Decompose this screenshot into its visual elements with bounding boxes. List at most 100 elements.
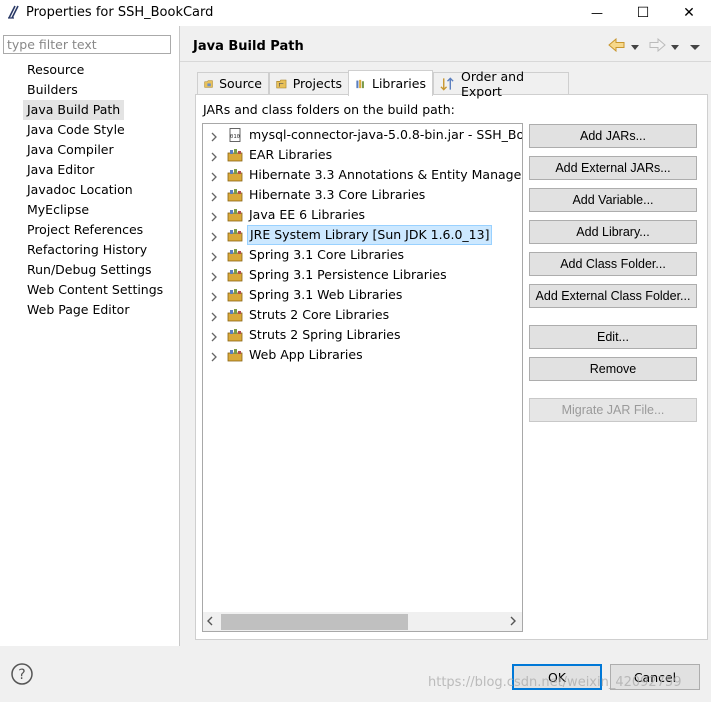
forward-dropdown-icon[interactable] xyxy=(670,40,680,55)
library-icon xyxy=(227,288,243,302)
edit-button[interactable]: Edit... xyxy=(529,325,697,349)
library-icon xyxy=(227,208,243,222)
minimize-icon: — xyxy=(591,6,603,20)
tab-order-export-label: Order and Export xyxy=(460,68,524,99)
tab-order-export[interactable]: Order and Export xyxy=(433,69,569,99)
back-dropdown-icon[interactable] xyxy=(630,40,640,55)
tree-item[interactable]: Hibernate 3.3 Core Libraries xyxy=(203,185,522,205)
tree-item[interactable]: Spring 3.1 Persistence Libraries xyxy=(203,265,522,285)
library-icon xyxy=(227,168,243,182)
tree-item[interactable]: Web App Libraries xyxy=(203,345,522,365)
expand-chevron-icon[interactable] xyxy=(209,150,219,162)
library-icon xyxy=(227,228,243,242)
library-icon xyxy=(227,348,243,362)
libraries-icon xyxy=(356,79,364,88)
expand-chevron-icon[interactable] xyxy=(209,310,219,322)
help-icon[interactable]: ? xyxy=(11,663,33,688)
tree-item-label: Struts 2 Spring Libraries xyxy=(249,327,401,342)
tab-source-label: Source xyxy=(219,76,262,91)
close-button[interactable]: ✕ xyxy=(666,0,711,26)
library-icon xyxy=(227,308,243,322)
nav-item-resource[interactable]: Resource xyxy=(23,60,88,80)
tree-item[interactable]: Java EE 6 Libraries xyxy=(203,205,522,225)
expand-chevron-icon[interactable] xyxy=(209,130,219,142)
expand-chevron-icon[interactable] xyxy=(209,190,219,202)
filter-input[interactable] xyxy=(3,35,171,54)
expand-chevron-icon[interactable] xyxy=(209,230,219,242)
jar-file-icon: 010 xyxy=(227,128,243,142)
nav-item-run-debug-settings[interactable]: Run/Debug Settings xyxy=(23,260,156,280)
tab-source[interactable]: Source xyxy=(197,72,269,94)
expand-chevron-icon[interactable] xyxy=(209,270,219,282)
add-variable-button[interactable]: Add Variable... xyxy=(529,188,697,212)
page-title: Java Build Path xyxy=(193,39,304,54)
tree-item-label: Hibernate 3.3 Annotations & Entity Manag… xyxy=(249,167,523,182)
tree-item[interactable]: Spring 3.1 Web Libraries xyxy=(203,285,522,305)
minimize-button[interactable]: — xyxy=(574,0,620,26)
dialog-button-bar xyxy=(0,646,711,702)
expand-chevron-icon[interactable] xyxy=(209,170,219,182)
tree-item-label: Hibernate 3.3 Core Libraries xyxy=(249,187,426,202)
add-external-class-folder-button[interactable]: Add External Class Folder... xyxy=(529,284,697,308)
help-glyph: ? xyxy=(18,667,25,683)
add-jars-button[interactable]: Add JARs... xyxy=(529,124,697,148)
add-external-jars-button[interactable]: Add External JARs... xyxy=(529,156,697,180)
add-class-folder-button[interactable]: Add Class Folder... xyxy=(529,252,697,276)
tree-item-label: Web App Libraries xyxy=(249,347,363,362)
library-icon xyxy=(227,148,243,162)
nav-item-java-compiler[interactable]: Java Compiler xyxy=(23,140,118,160)
tree-item-label: Spring 3.1 Web Libraries xyxy=(249,287,403,302)
nav-item-myeclipse[interactable]: MyEclipse xyxy=(23,200,93,220)
tab-projects[interactable]: Projects xyxy=(269,72,349,94)
tree-item[interactable]: Struts 2 Core Libraries xyxy=(203,305,522,325)
expand-chevron-icon[interactable] xyxy=(209,290,219,302)
view-menu-icon[interactable] xyxy=(689,40,701,55)
remove-button[interactable]: Remove xyxy=(529,357,697,381)
nav-item-java-code-style[interactable]: Java Code Style xyxy=(23,120,129,140)
source-icon xyxy=(204,79,213,88)
tree-item-label: JRE System Library [Sun JDK 1.6.0_13] xyxy=(247,225,493,245)
tree-item[interactable]: Struts 2 Spring Libraries xyxy=(203,325,522,345)
tree-item-label: Java EE 6 Libraries xyxy=(249,207,366,222)
forward-arrow-icon[interactable] xyxy=(648,37,666,55)
library-icon xyxy=(227,248,243,262)
tree-item[interactable]: Spring 3.1 Core Libraries xyxy=(203,245,522,265)
tab-projects-label: Projects xyxy=(292,76,342,91)
tab-libraries[interactable]: Libraries xyxy=(348,70,433,96)
watermark: https://blog.csdn.net/weixin_42092759 xyxy=(428,675,682,690)
add-library-button[interactable]: Add Library... xyxy=(529,220,697,244)
library-icon xyxy=(227,188,243,202)
svg-text:010: 010 xyxy=(230,134,240,140)
nav-item-java-build-path[interactable]: Java Build Path xyxy=(23,100,125,120)
expand-chevron-icon[interactable] xyxy=(209,350,219,362)
nav-item-project-references[interactable]: Project References xyxy=(23,220,147,240)
library-icon xyxy=(227,328,243,342)
build-path-caption: JARs and class folders on the build path… xyxy=(203,102,455,117)
nav-item-javadoc-location[interactable]: Javadoc Location xyxy=(23,180,137,200)
scroll-right-icon[interactable] xyxy=(508,615,518,630)
maximize-button[interactable]: ☐ xyxy=(620,0,666,26)
back-arrow-icon[interactable] xyxy=(608,37,626,55)
tree-item-label: EAR Libraries xyxy=(249,147,333,162)
nav-item-builders[interactable]: Builders xyxy=(23,80,82,100)
nav-item-refactoring-history[interactable]: Refactoring History xyxy=(23,240,151,260)
tree-item-label: mysql-connector-java-5.0.8-bin.jar - SSH… xyxy=(249,127,523,142)
tree-item[interactable]: 010 mysql-connector-java-5.0.8-bin.jar - … xyxy=(203,125,522,145)
expand-chevron-icon[interactable] xyxy=(209,330,219,342)
tree-item[interactable]: JRE System Library [Sun JDK 1.6.0_13] xyxy=(203,225,522,245)
nav-item-java-editor[interactable]: Java Editor xyxy=(23,160,98,180)
nav-item-web-content-settings[interactable]: Web Content Settings xyxy=(23,280,167,300)
tree-item[interactable]: EAR Libraries xyxy=(203,145,522,165)
nav-item-web-page-editor[interactable]: Web Page Editor xyxy=(23,300,133,320)
maximize-icon: ☐ xyxy=(636,5,650,21)
scroll-thumb[interactable] xyxy=(221,614,408,630)
expand-chevron-icon[interactable] xyxy=(209,210,219,222)
tab-libraries-label: Libraries xyxy=(372,76,426,91)
migrate-jar-file-button[interactable]: Migrate JAR File... xyxy=(529,398,697,422)
window-title: Properties for SSH_BookCard xyxy=(26,5,214,20)
tree-item[interactable]: Hibernate 3.3 Annotations & Entity Manag… xyxy=(203,165,522,185)
order-export-icon xyxy=(440,76,454,91)
expand-chevron-icon[interactable] xyxy=(209,250,219,262)
scroll-left-icon[interactable] xyxy=(205,615,215,630)
libraries-tree[interactable]: 010 mysql-connector-java-5.0.8-bin.jar - … xyxy=(202,123,523,632)
